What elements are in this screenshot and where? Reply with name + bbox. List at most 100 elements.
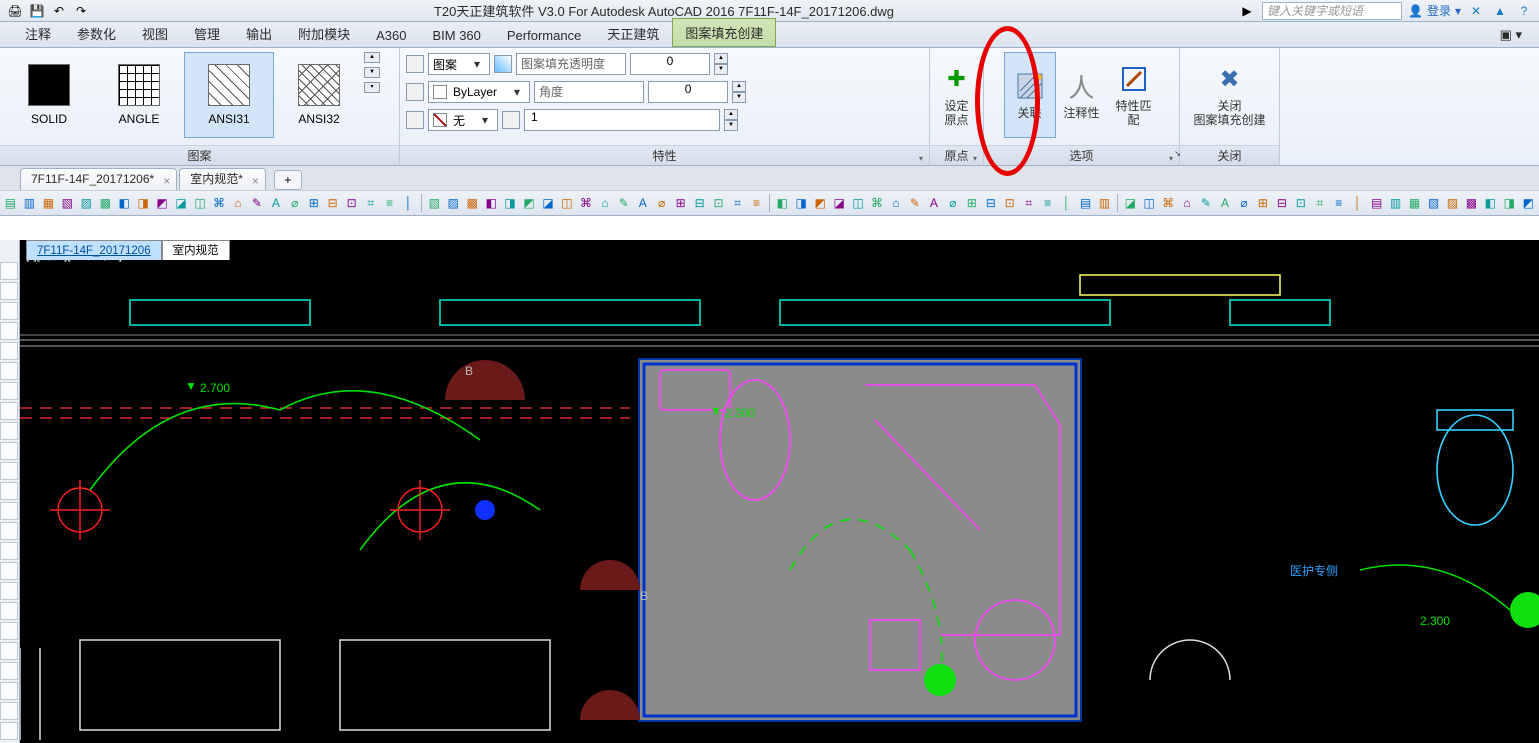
hatch-bg-combo[interactable]: 无 ▾ (428, 109, 498, 131)
toolbar-button[interactable]: │ (1349, 193, 1366, 213)
toolbar-button[interactable]: ⌘ (869, 193, 886, 213)
toolbar-button[interactable]: ⌂ (596, 193, 613, 213)
toolbar-button[interactable]: ▦ (1406, 193, 1423, 213)
close-icon[interactable]: × (163, 171, 170, 191)
palette-button[interactable] (0, 602, 18, 620)
redo-icon[interactable]: ↷ (72, 2, 90, 20)
toolbar-button[interactable]: ▨ (78, 193, 95, 213)
toolbar-button[interactable]: ≡ (1330, 193, 1347, 213)
undo-icon[interactable]: ↶ (50, 2, 68, 20)
match-properties-button[interactable]: 特性匹配 (1108, 52, 1160, 138)
hatch-color-combo[interactable]: ByLayer ▾ (428, 81, 530, 103)
toolbar-button[interactable]: ⊡ (1292, 193, 1309, 213)
toolbar-button[interactable]: ⊞ (672, 193, 689, 213)
panel-expand-icon[interactable]: ▾ (919, 149, 923, 169)
palette-button[interactable] (0, 642, 18, 660)
tab-addins[interactable]: 附加模块 (285, 19, 363, 47)
toolbar-button[interactable]: ⌗ (1311, 193, 1328, 213)
toolbar-button[interactable]: ◩ (1520, 193, 1537, 213)
toolbar-button[interactable]: ◪ (831, 193, 848, 213)
tab-annotate[interactable]: 注释 (12, 19, 64, 47)
toolbar-button[interactable]: ⊞ (963, 193, 980, 213)
tab-a360[interactable]: A360 (363, 23, 419, 47)
toolbar-button[interactable]: ≡ (381, 193, 398, 213)
file-tab-add-button[interactable]: + (274, 170, 302, 190)
palette-button[interactable] (0, 462, 18, 480)
tab-performance[interactable]: Performance (494, 23, 594, 47)
toolbar-button[interactable]: ⌂ (1179, 193, 1196, 213)
toolbar-button[interactable]: ⊞ (1254, 193, 1271, 213)
toolbar-button[interactable]: ▤ (1368, 193, 1385, 213)
toolbar-button[interactable]: ◪ (173, 193, 190, 213)
palette-button[interactable] (0, 382, 18, 400)
tab-tangent[interactable]: 天正建筑 (594, 19, 672, 47)
toolbar-button[interactable]: A (925, 193, 942, 213)
toolbar-button[interactable]: ◧ (1482, 193, 1499, 213)
toolbar-button[interactable]: ▨ (445, 193, 462, 213)
save-icon[interactable]: 💾 (28, 2, 46, 20)
palette-button[interactable] (0, 522, 18, 540)
search-input[interactable]: 键入关键字或短语 (1262, 2, 1402, 20)
toolbar-button[interactable]: ▥ (1387, 193, 1404, 213)
toolbar-button[interactable]: ▥ (21, 193, 38, 213)
toolbar-button[interactable]: ▨ (1444, 193, 1461, 213)
palette-button[interactable] (0, 302, 18, 320)
toolbar-button[interactable]: ◩ (812, 193, 829, 213)
toolbar-button[interactable]: ◨ (502, 193, 519, 213)
toolbar-button[interactable]: ▧ (59, 193, 76, 213)
toolbar-button[interactable]: ⌘ (210, 193, 227, 213)
palette-button[interactable] (0, 502, 18, 520)
close-icon[interactable]: × (252, 171, 259, 191)
toolbar-button[interactable]: ◨ (1501, 193, 1518, 213)
palette-button[interactable] (0, 442, 18, 460)
toolbar-button[interactable]: ≡ (1039, 193, 1056, 213)
set-origin-button[interactable]: ✚ 设定 原点 (934, 52, 979, 138)
toolbar-button[interactable]: ⊞ (305, 193, 322, 213)
pattern-ansi31[interactable]: ANSI31 (184, 52, 274, 138)
toolbar-button[interactable]: ▧ (426, 193, 443, 213)
palette-button[interactable] (0, 682, 18, 700)
scale-up-button[interactable]: ▲ (724, 109, 738, 120)
search-arrow-icon[interactable]: ▶ (1238, 2, 1256, 20)
toolbar-button[interactable]: ▤ (2, 193, 19, 213)
cloud-icon[interactable]: ▲ (1491, 2, 1509, 20)
toolbar-button[interactable]: ▤ (1077, 193, 1094, 213)
toolbar-button[interactable]: ⌗ (1020, 193, 1037, 213)
ribbon-overflow-button[interactable]: ▣ ▾ (1483, 22, 1539, 47)
toolbar-button[interactable]: ◧ (483, 193, 500, 213)
palette-button[interactable] (0, 482, 18, 500)
toolbar-button[interactable]: ⊡ (710, 193, 727, 213)
toolbar-button[interactable]: ◨ (793, 193, 810, 213)
toolbar-button[interactable]: ◫ (1141, 193, 1158, 213)
toolbar-button[interactable]: ◫ (192, 193, 209, 213)
drawing-canvas[interactable]: [-][俯视][二维线框] (20, 240, 1539, 743)
file-tab-2[interactable]: 室内规范*× (179, 168, 266, 190)
palette-button[interactable] (0, 582, 18, 600)
toolbar-button[interactable]: ✎ (615, 193, 632, 213)
palette-button[interactable] (0, 702, 18, 720)
toolbar-button[interactable]: ⊟ (691, 193, 708, 213)
toolbar-button[interactable]: ▧ (1425, 193, 1442, 213)
pattern-ansi32[interactable]: ANSI32 (274, 52, 364, 138)
print-icon[interactable]: 🖨 (6, 2, 24, 20)
transparency-input[interactable]: 0 (630, 53, 710, 75)
tab-manage[interactable]: 管理 (181, 19, 233, 47)
transp-up-button[interactable]: ▲ (714, 53, 728, 64)
angle-up-button[interactable]: ▲ (732, 81, 746, 92)
toolbar-button[interactable]: ▩ (464, 193, 481, 213)
toolbar-button[interactable]: ◩ (521, 193, 538, 213)
tab-view[interactable]: 视图 (129, 19, 181, 47)
toolbar-button[interactable]: ◫ (558, 193, 575, 213)
toolbar-button[interactable]: │ (1058, 193, 1075, 213)
close-hatch-button[interactable]: ✖ 关闭 图案填充创建 (1186, 52, 1274, 138)
palette-button[interactable] (0, 342, 18, 360)
palette-button[interactable] (0, 402, 18, 420)
help-icon[interactable]: ? (1515, 2, 1533, 20)
toolbar-button[interactable]: ✎ (1198, 193, 1215, 213)
toolbar-button[interactable]: ◪ (1122, 193, 1139, 213)
file-tab-1[interactable]: 7F11F-14F_20171206*× (20, 168, 177, 190)
toolbar-button[interactable]: A (634, 193, 651, 213)
toolbar-button[interactable]: ⌘ (1160, 193, 1177, 213)
toolbar-button[interactable]: ⌂ (888, 193, 905, 213)
toolbar-button[interactable]: ⌀ (653, 193, 670, 213)
